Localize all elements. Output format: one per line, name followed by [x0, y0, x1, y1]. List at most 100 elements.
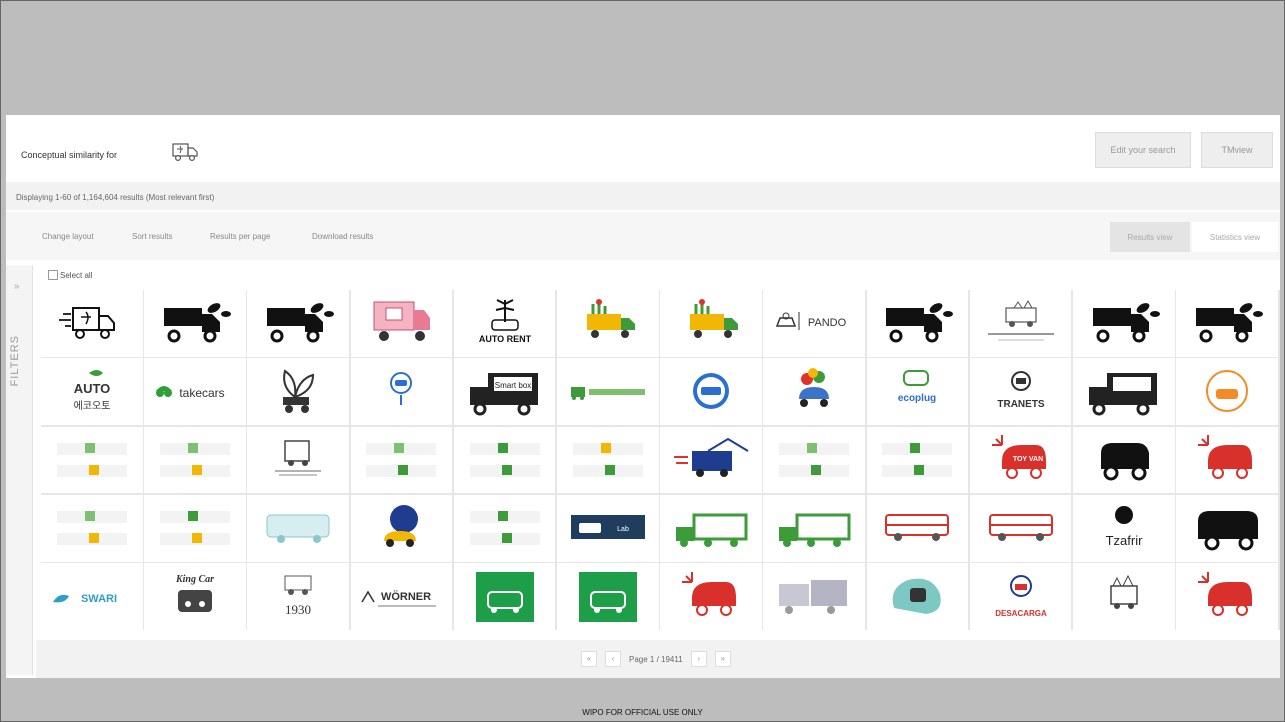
eco-auto-logo: AUTO 에코오토: [73, 369, 110, 412]
result-tile[interactable]: [41, 494, 143, 562]
result-tile[interactable]: Smart box: [453, 358, 556, 426]
last-page-button[interactable]: »: [714, 651, 731, 667]
fruit-truck-icon: [689, 299, 738, 339]
result-tile[interactable]: [763, 563, 865, 630]
result-tile[interactable]: [1176, 358, 1278, 426]
results-per-page-link[interactable]: Results per page: [210, 232, 270, 241]
result-tile[interactable]: [660, 290, 762, 357]
auto-rent-text: AUTO RENT: [478, 334, 531, 344]
result-tile[interactable]: [1072, 563, 1175, 630]
result-tile[interactable]: SWARI: [41, 563, 143, 630]
select-all-checkbox[interactable]: [48, 270, 58, 280]
result-tile[interactable]: [453, 426, 556, 494]
result-tile[interactable]: WÖRNER: [350, 563, 453, 630]
result-tile[interactable]: [1072, 358, 1175, 426]
result-tile[interactable]: ecoplug: [866, 358, 969, 426]
filters-tab[interactable]: » FILTERS: [6, 265, 33, 675]
green-semi-truck-icon: [779, 513, 851, 548]
delivery-truck-leaf-icon: [58, 307, 115, 340]
result-tile[interactable]: [453, 563, 556, 630]
result-tile[interactable]: 1930: [247, 563, 350, 630]
smart-box-truck-icon: [1088, 372, 1157, 416]
result-tile[interactable]: [763, 426, 865, 494]
result-tile[interactable]: [660, 494, 762, 562]
auto-korean-text: 에코오토: [73, 400, 110, 412]
result-tile[interactable]: [350, 494, 453, 562]
result-tile[interactable]: [866, 494, 969, 562]
result-tile[interactable]: [453, 494, 556, 562]
green-square-van-logo: [578, 571, 637, 622]
lab-car-banner-icon: Lab: [570, 515, 645, 540]
result-tile[interactable]: [1072, 426, 1175, 494]
toy-van-logo: [1197, 434, 1252, 479]
result-tile[interactable]: PANDO: [763, 290, 865, 357]
result-tile[interactable]: [350, 426, 453, 494]
change-layout-link[interactable]: Change layout: [42, 232, 94, 241]
toy-van-logo: [681, 571, 736, 616]
result-tile[interactable]: [144, 494, 246, 562]
result-tile[interactable]: TRANETS: [969, 358, 1072, 426]
green-square-van-logo: [475, 571, 534, 622]
result-tile[interactable]: [247, 494, 350, 562]
download-results-link[interactable]: Download results: [312, 232, 373, 241]
blue-circle-car-icon: [692, 372, 729, 409]
result-tile[interactable]: [763, 358, 865, 426]
result-tile[interactable]: [763, 494, 865, 562]
edit-search-button[interactable]: Edit your search: [1095, 132, 1191, 168]
result-tile[interactable]: [1176, 494, 1278, 562]
sketch-truck-icon: [275, 440, 322, 476]
result-tile[interactable]: takecars: [144, 358, 246, 426]
flower-car-icon: [799, 367, 830, 407]
result-tile[interactable]: AUTO 에코오토: [41, 358, 143, 426]
result-tile[interactable]: [660, 426, 762, 494]
result-tile[interactable]: [350, 358, 453, 426]
result-tile[interactable]: [144, 426, 246, 494]
result-tile[interactable]: King Car: [144, 563, 246, 630]
result-tile[interactable]: [247, 290, 350, 357]
result-tile[interactable]: [866, 426, 969, 494]
tmview-button[interactable]: TMview: [1201, 132, 1273, 168]
query-truck-icon: [170, 140, 200, 164]
result-tile[interactable]: [866, 563, 969, 630]
statistics-view-button[interactable]: Statistics view: [1192, 222, 1278, 252]
result-tile[interactable]: [247, 426, 350, 494]
faded-truck-logo: [572, 442, 643, 477]
black-van-icon: [1100, 442, 1149, 481]
result-tile[interactable]: DESACARGA: [969, 563, 1072, 630]
result-tile[interactable]: [247, 358, 350, 426]
result-tile[interactable]: [1176, 426, 1278, 494]
result-tile[interactable]: TOY VAN: [969, 426, 1072, 494]
prev-page-button[interactable]: ‹: [605, 651, 621, 667]
green-truck-text-logo: [570, 386, 645, 400]
result-tile[interactable]: [660, 563, 762, 630]
result-tile[interactable]: [1072, 290, 1175, 357]
result-tile[interactable]: Lab: [556, 494, 659, 562]
result-tile[interactable]: [350, 290, 453, 357]
results-view-button[interactable]: Results view: [1110, 222, 1190, 252]
first-page-button[interactable]: «: [581, 651, 597, 667]
gray-train-truck-icon: [779, 579, 848, 614]
result-tile[interactable]: [41, 290, 143, 357]
sort-results-link[interactable]: Sort results: [132, 232, 172, 241]
result-tile[interactable]: [556, 426, 659, 494]
result-tile[interactable]: [969, 290, 1072, 357]
result-tile[interactable]: [144, 290, 246, 357]
toy-van-logo: [1197, 571, 1252, 616]
result-tile[interactable]: Tzafrir: [1072, 494, 1175, 562]
result-tile[interactable]: [556, 563, 659, 630]
select-all-control[interactable]: Select all: [48, 270, 92, 280]
dump-truck-leaves-icon: [886, 303, 954, 343]
result-tile[interactable]: [41, 426, 143, 494]
result-tile[interactable]: [1176, 563, 1278, 630]
result-tile[interactable]: [969, 494, 1072, 562]
ambulance-van-icon: [988, 514, 1053, 542]
result-tile[interactable]: [556, 358, 659, 426]
result-tile[interactable]: [1176, 290, 1278, 357]
result-tile[interactable]: [556, 290, 659, 357]
next-page-button[interactable]: ›: [690, 651, 707, 667]
result-tile[interactable]: AUTO RENT: [453, 290, 556, 357]
toy-van-logo: TOY VAN: [991, 434, 1046, 479]
result-tile[interactable]: [660, 358, 762, 426]
ecoplug-text: ecoplug: [898, 393, 936, 404]
result-tile[interactable]: [866, 290, 969, 357]
